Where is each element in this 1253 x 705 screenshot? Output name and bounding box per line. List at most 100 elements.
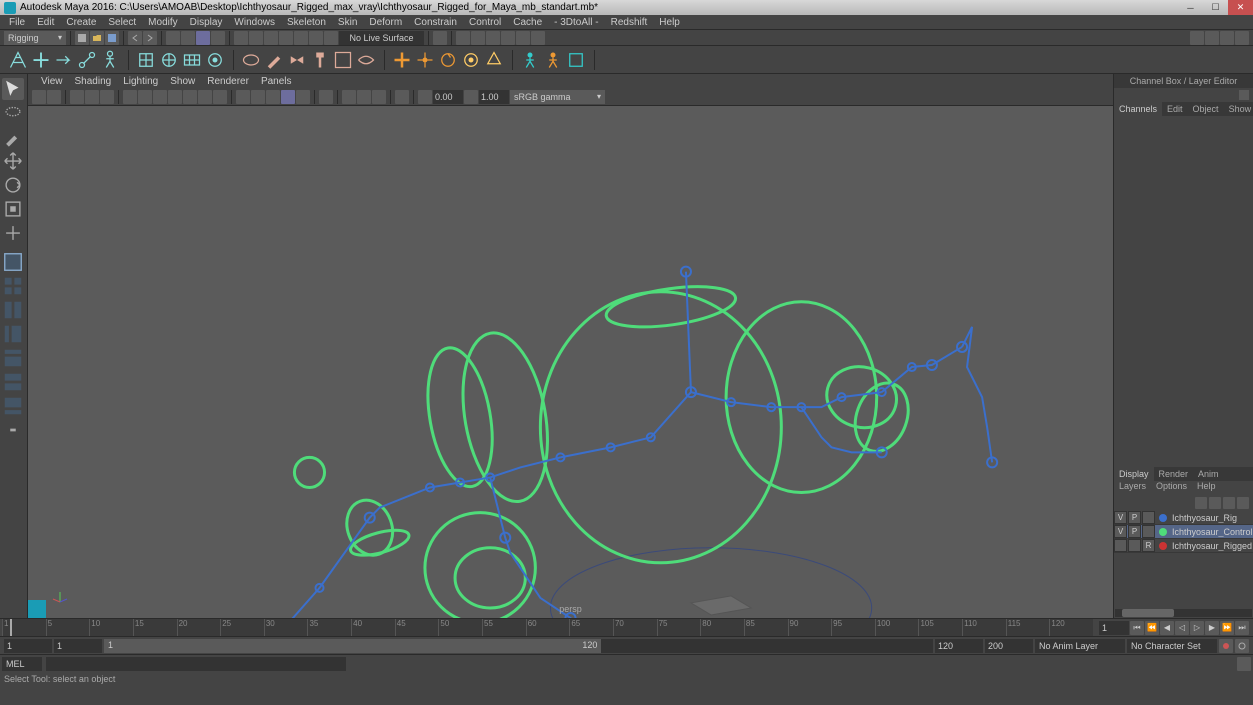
character-set-dropdown[interactable]: No Character Set — [1127, 639, 1217, 653]
shelf-arrow-icon[interactable] — [54, 50, 74, 70]
undo-icon[interactable] — [128, 31, 142, 45]
smooth-shade-icon[interactable] — [251, 90, 265, 104]
shadows-icon[interactable] — [296, 90, 310, 104]
shelf-xgen-icon[interactable] — [8, 50, 28, 70]
layout-graph-button[interactable] — [2, 371, 24, 393]
channel-box-toggle-icon[interactable] — [1220, 31, 1234, 45]
isolate-select-icon[interactable] — [319, 90, 333, 104]
gate-mask-icon[interactable] — [168, 90, 182, 104]
command-language-dropdown[interactable]: MEL — [2, 657, 42, 671]
shelf-paint-weights-icon[interactable] — [264, 50, 284, 70]
timeline-tick[interactable]: 20 — [177, 619, 221, 636]
safe-title-icon[interactable] — [213, 90, 227, 104]
maximize-button[interactable]: ☐ — [1203, 0, 1228, 15]
camera-select-icon[interactable] — [32, 90, 46, 104]
tab-edit[interactable]: Edit — [1162, 102, 1188, 116]
menu-edit[interactable]: Edit — [32, 17, 59, 28]
layer-menu-layers[interactable]: Layers — [1114, 481, 1151, 495]
render-globals-icon[interactable] — [516, 31, 530, 45]
layout-collapse-button[interactable] — [2, 419, 24, 441]
shelf-wrap-icon[interactable] — [182, 50, 202, 70]
timeline-tick[interactable]: 50 — [438, 619, 482, 636]
render-settings-icon[interactable] — [501, 31, 515, 45]
shelf-bind-skin-icon[interactable] — [241, 50, 261, 70]
panel-menu-view[interactable]: View — [36, 76, 68, 87]
motion-trail-icon[interactable] — [395, 90, 409, 104]
last-tool-button[interactable] — [2, 222, 24, 244]
film-gate-icon[interactable] — [138, 90, 152, 104]
menu-cache[interactable]: Cache — [508, 17, 547, 28]
timeline-tick[interactable]: 30 — [264, 619, 308, 636]
timeline-tick[interactable]: 90 — [788, 619, 832, 636]
timeline-tick[interactable]: 45 — [395, 619, 439, 636]
panel-menu-lighting[interactable]: Lighting — [118, 76, 163, 87]
timeline-tick[interactable]: 110 — [962, 619, 1006, 636]
menu-skin[interactable]: Skin — [333, 17, 362, 28]
render-frame-icon[interactable] — [456, 31, 470, 45]
layer-visibility-toggle[interactable]: V — [1114, 525, 1127, 538]
menu-help[interactable]: Help — [654, 17, 685, 28]
snap-live-icon[interactable] — [309, 31, 323, 45]
menu-windows[interactable]: Windows — [229, 17, 280, 28]
hypershade-icon[interactable] — [531, 31, 545, 45]
layer-scrollbar[interactable] — [1114, 608, 1253, 618]
colorspace-dropdown[interactable]: sRGB gamma — [510, 90, 605, 104]
shelf-pose-editor-icon[interactable] — [566, 50, 586, 70]
magnet-icon[interactable] — [324, 31, 338, 45]
render-view-icon[interactable] — [486, 31, 500, 45]
shelf-scale-icon[interactable] — [31, 50, 51, 70]
anim-start-input[interactable] — [4, 639, 52, 653]
layer-playback-toggle[interactable]: P — [1128, 511, 1141, 524]
timeline-tick[interactable]: 1 — [2, 619, 46, 636]
menu-redshift[interactable]: Redshift — [606, 17, 653, 28]
paint-select-button[interactable] — [2, 126, 24, 148]
layer-color-swatch[interactable] — [1159, 542, 1167, 550]
shelf-mirror-weights-icon[interactable] — [287, 50, 307, 70]
layout-hyper-button[interactable] — [2, 395, 24, 417]
layer-menu-help[interactable]: Help — [1192, 481, 1221, 495]
step-back-key-button[interactable]: ⏪ — [1145, 621, 1159, 635]
timeline-tick[interactable]: 75 — [657, 619, 701, 636]
redo-icon[interactable] — [143, 31, 157, 45]
layout-persp-button[interactable] — [2, 347, 24, 369]
select-by-component-icon[interactable] — [196, 31, 210, 45]
layer-row[interactable]: VPIchthyosaur_Rig — [1114, 511, 1253, 525]
layer-visibility-toggle[interactable]: V — [1114, 511, 1127, 524]
go-start-button[interactable]: ⏮ — [1130, 621, 1144, 635]
snap-curve-icon[interactable] — [249, 31, 263, 45]
construction-history-icon[interactable] — [433, 31, 447, 45]
layer-new-selected-icon[interactable] — [1237, 497, 1249, 509]
shelf-component-editor-icon[interactable] — [333, 50, 353, 70]
xray-icon[interactable] — [342, 90, 356, 104]
timeline-tick[interactable]: 105 — [918, 619, 962, 636]
exposure-icon[interactable] — [418, 90, 432, 104]
range-thumb[interactable] — [104, 639, 601, 653]
shelf-quickrig-icon[interactable] — [520, 50, 540, 70]
bookmark-icon[interactable] — [47, 90, 61, 104]
prefs-button[interactable] — [1235, 639, 1249, 653]
play-back-button[interactable]: ◁ — [1175, 621, 1189, 635]
grease-pencil-icon[interactable] — [100, 90, 114, 104]
timeline-tick[interactable]: 95 — [831, 619, 875, 636]
shelf-parent-constraint-icon[interactable] — [392, 50, 412, 70]
resolution-gate-icon[interactable] — [153, 90, 167, 104]
gamma-icon[interactable] — [464, 90, 478, 104]
snap-point-icon[interactable] — [264, 31, 278, 45]
timeline-tick[interactable]: 15 — [133, 619, 177, 636]
layer-menu-options[interactable]: Options — [1151, 481, 1192, 495]
shelf-joint-icon[interactable] — [77, 50, 97, 70]
command-input[interactable] — [46, 657, 346, 671]
shelf-cluster-icon[interactable] — [159, 50, 179, 70]
menu-3dtoall[interactable]: - 3DtoAll - — [549, 17, 603, 28]
field-chart-icon[interactable] — [183, 90, 197, 104]
range-track[interactable] — [104, 639, 933, 653]
anim-end-input[interactable] — [985, 639, 1033, 653]
menu-file[interactable]: File — [4, 17, 30, 28]
move-tool-button[interactable] — [2, 150, 24, 172]
step-forward-key-button[interactable]: ⏩ — [1220, 621, 1234, 635]
layout-four-button[interactable] — [2, 275, 24, 297]
panel-menu-show[interactable]: Show — [165, 76, 200, 87]
rotate-tool-button[interactable] — [2, 174, 24, 196]
timeline-tick[interactable]: 70 — [613, 619, 657, 636]
textured-icon[interactable] — [266, 90, 280, 104]
